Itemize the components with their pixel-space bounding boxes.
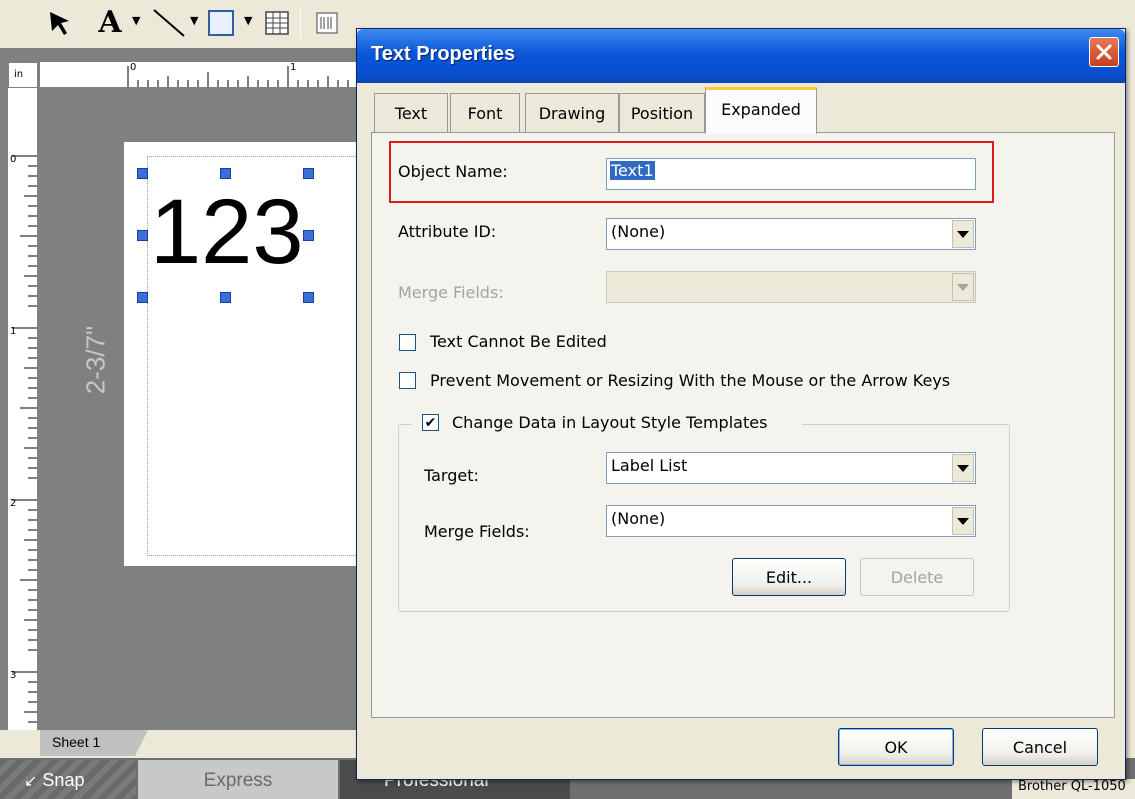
delete-button: Delete bbox=[860, 558, 974, 596]
tab-font[interactable]: Font bbox=[450, 93, 520, 133]
select-arrow-icon[interactable] bbox=[44, 6, 78, 40]
target-select[interactable]: Label List bbox=[606, 452, 976, 484]
horizontal-ruler: 0 1 bbox=[40, 62, 360, 88]
merge-fields-top-dropdown-button bbox=[952, 273, 974, 301]
sheet-tab[interactable]: Sheet 1 bbox=[40, 730, 148, 756]
target-value: Label List bbox=[611, 456, 688, 475]
label-length-indicator: 2-3/7" bbox=[80, 325, 111, 395]
ruler-h-number: 1 bbox=[290, 62, 297, 73]
merge-fields-value: (None) bbox=[611, 509, 666, 528]
target-label: Target: bbox=[424, 466, 479, 485]
text-tool-dropdown-icon[interactable]: ▼ bbox=[132, 14, 140, 27]
resize-handle[interactable] bbox=[220, 292, 231, 303]
resize-handle[interactable] bbox=[137, 230, 148, 241]
line-tool-icon[interactable] bbox=[150, 6, 188, 40]
edit-button[interactable]: Edit... bbox=[732, 558, 846, 596]
chevron-down-icon bbox=[957, 283, 969, 291]
tab-expanded[interactable]: Expanded bbox=[705, 87, 817, 134]
tab-position[interactable]: Position bbox=[619, 93, 705, 133]
attribute-id-dropdown-button[interactable] bbox=[952, 220, 974, 248]
attribute-id-select[interactable]: (None) bbox=[606, 218, 976, 250]
ruler-v-number: 1 bbox=[10, 326, 17, 337]
resize-handle[interactable] bbox=[303, 230, 314, 241]
tab-text[interactable]: Text bbox=[374, 93, 448, 133]
resize-handle[interactable] bbox=[303, 168, 314, 179]
vertical-ruler: 0 1 2 3 bbox=[8, 88, 38, 730]
prevent-movement-label[interactable]: Prevent Movement or Resizing With the Mo… bbox=[430, 371, 950, 390]
merge-fields-select-top bbox=[606, 271, 976, 303]
merge-fields-label-top: Merge Fields: bbox=[398, 283, 504, 302]
prevent-movement-checkbox[interactable] bbox=[399, 372, 416, 389]
barcode-tool-icon[interactable] bbox=[312, 8, 342, 38]
dialog-title: Text Properties bbox=[371, 43, 516, 65]
rectangle-tool-dropdown-icon[interactable]: ▼ bbox=[244, 14, 252, 27]
resize-handle[interactable] bbox=[303, 292, 314, 303]
printer-status: Brother QL-1050 bbox=[1012, 779, 1135, 799]
merge-fields-select[interactable]: (None) bbox=[606, 505, 976, 537]
ruler-v-number: 3 bbox=[10, 670, 17, 681]
text-tool-icon[interactable]: A bbox=[92, 4, 128, 40]
close-icon bbox=[1096, 44, 1112, 60]
express-mode-button[interactable]: Express bbox=[138, 760, 338, 799]
target-dropdown-button[interactable] bbox=[952, 454, 974, 482]
merge-fields-dropdown-button[interactable] bbox=[952, 507, 974, 535]
cancel-button[interactable]: Cancel bbox=[982, 728, 1098, 766]
ruler-v-number: 2 bbox=[10, 498, 17, 509]
line-tool-dropdown-icon[interactable]: ▼ bbox=[190, 14, 198, 27]
ruler-v-number: 0 bbox=[10, 154, 17, 165]
resize-handle[interactable] bbox=[137, 168, 148, 179]
resize-handle[interactable] bbox=[220, 168, 231, 179]
chevron-down-icon bbox=[957, 230, 969, 238]
snap-arrow-icon: ↙ bbox=[24, 773, 38, 790]
chevron-down-icon bbox=[957, 464, 969, 472]
checkmark-icon: ✔ bbox=[424, 414, 437, 431]
chevron-down-icon bbox=[957, 517, 969, 525]
object-name-label: Object Name: bbox=[398, 162, 508, 181]
snap-mode-label: Snap bbox=[42, 770, 85, 790]
ruler-h-number: 0 bbox=[130, 62, 137, 73]
attribute-id-value: (None) bbox=[611, 222, 666, 241]
resize-handle[interactable] bbox=[137, 292, 148, 303]
merge-fields-label: Merge Fields: bbox=[424, 522, 530, 541]
ruler-unit-label: in bbox=[8, 62, 38, 88]
ok-button[interactable]: OK bbox=[838, 728, 954, 766]
table-tool-icon[interactable] bbox=[262, 8, 292, 38]
rectangle-tool-icon[interactable] bbox=[204, 6, 238, 40]
snap-mode-button[interactable]: ↙ Snap bbox=[0, 760, 136, 799]
change-data-checkbox[interactable]: ✔ bbox=[422, 414, 439, 431]
change-data-label[interactable]: Change Data in Layout Style Templates bbox=[452, 413, 767, 432]
text-object[interactable]: 123 bbox=[150, 182, 304, 282]
change-data-legend: ✔ Change Data in Layout Style Templates bbox=[412, 412, 802, 434]
attribute-id-label: Attribute ID: bbox=[398, 222, 497, 241]
dialog-titlebar[interactable]: Text Properties bbox=[357, 29, 1125, 83]
text-cannot-be-edited-checkbox[interactable] bbox=[399, 334, 416, 351]
object-name-value: Text1 bbox=[610, 161, 655, 180]
text-cannot-be-edited-label[interactable]: Text Cannot Be Edited bbox=[430, 332, 607, 351]
tab-drawing[interactable]: Drawing bbox=[525, 93, 619, 133]
object-name-input[interactable]: Text1 bbox=[606, 158, 976, 190]
close-button[interactable] bbox=[1089, 37, 1119, 67]
